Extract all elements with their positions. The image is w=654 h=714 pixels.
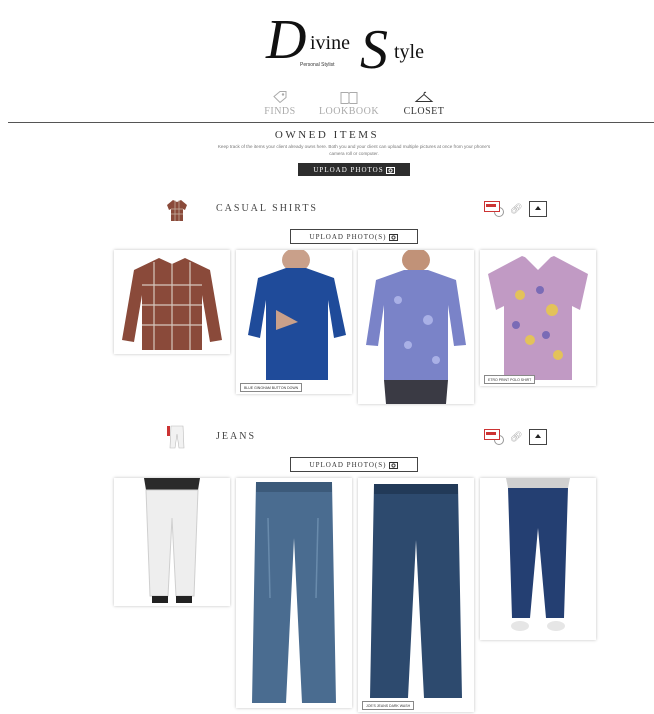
camera-icon [389,233,399,241]
upload-photos-button[interactable]: UPLOAD PHOTOS [298,163,410,176]
section-header-jeans [164,424,190,455]
item-photo-card[interactable] [480,478,596,640]
paisley-shirt-image [358,250,474,404]
tag-tool[interactable] [484,201,504,217]
item-photo-card[interactable]: JOE'S JEANS DARK WASH [358,478,474,712]
hanger-icon [414,91,434,102]
upload-photos-label: UPLOAD PHOTOS [313,165,384,174]
item-photo-card[interactable]: ETRO PRINT POLO SHIRT [480,250,596,386]
nav-closet[interactable]: CLOSET [398,90,450,117]
book-icon [340,92,358,104]
camera-icon [389,461,399,469]
nav-finds[interactable]: FINDS [258,90,302,117]
tag-tool[interactable] [484,429,504,445]
item-photo-card[interactable] [236,478,352,708]
section-title: CASUAL SHIRTS [216,203,318,214]
item-photo-card[interactable] [358,250,474,404]
item-caption: JOE'S JEANS DARK WASH [362,701,415,710]
price-tag-icon [484,201,500,212]
logo-tagline: Personal Stylist [300,62,335,68]
price-tag-icon [484,429,500,440]
logo-word-tyle: tyle [394,41,424,63]
item-caption: BLUE GINGHAM BUTTON DOWN [240,383,303,392]
section-upload-button[interactable]: UPLOAD PHOTO(S) [290,457,418,472]
jeans-thumbnail [167,425,185,449]
nav-finds-label: FINDS [264,106,296,117]
main-nav: FINDS LOOKBOOK CLOSET [0,90,654,120]
section-upload-label: UPLOAD PHOTO(S) [309,460,387,469]
nav-divider [8,122,654,123]
light-wash-jeans-image [236,478,352,708]
blue-shirt-image [236,250,352,394]
section-tools: 🔗︎ [484,201,547,217]
owned-items-description: Keep track of the items your client alre… [217,144,491,156]
item-caption: ETRO PRINT POLO SHIRT [484,375,536,384]
link-icon[interactable]: 🔗︎ [510,204,523,215]
dark-wash-jeans-image [358,478,474,712]
section-tools: 🔗︎ [484,429,547,445]
white-jeans-image [114,478,230,606]
plaid-shirt-image [114,250,230,354]
logo-word-ivine: ivine [310,32,350,54]
section-title: JEANS [216,431,257,442]
shirt-thumbnail [167,200,187,221]
section-upload-button[interactable]: UPLOAD PHOTO(S) [290,229,418,244]
nav-lookbook-label: LOOKBOOK [318,106,380,117]
owned-items-title: OWNED ITEMS [274,129,380,141]
logo-initial-s: S [360,19,388,76]
nav-closet-label: CLOSET [403,106,445,117]
collapse-button[interactable] [528,429,547,445]
link-icon[interactable]: 🔗︎ [510,432,523,443]
brand-logo: D ivine S tyle [262,6,437,81]
collapse-button[interactable] [528,201,547,217]
print-polo-image [480,250,596,386]
nav-lookbook[interactable]: LOOKBOOK [314,90,384,117]
camera-icon [385,166,395,174]
item-photo-card[interactable] [114,478,230,606]
item-photo-card[interactable]: BLUE GINGHAM BUTTON DOWN [236,250,352,394]
blue-jeans-model-image [480,478,596,640]
section-header-casual-shirts [164,197,190,228]
section-upload-label: UPLOAD PHOTO(S) [309,232,387,241]
tag-icon [273,91,287,104]
item-photo-card[interactable] [114,250,230,354]
